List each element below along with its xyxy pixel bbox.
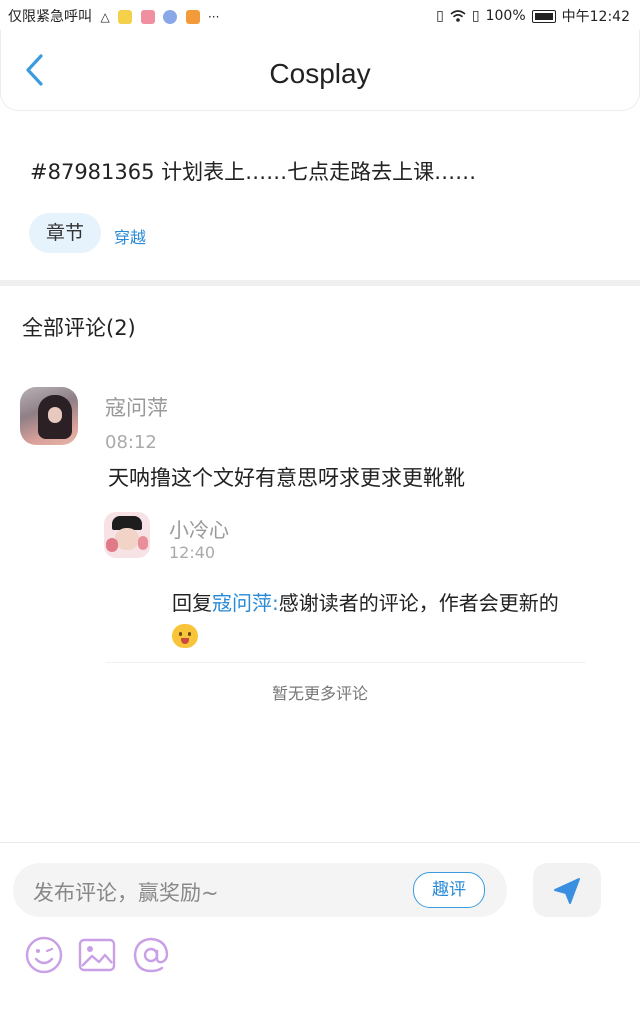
qupin-button[interactable]: 趣评 bbox=[413, 872, 485, 908]
app-icon-2 bbox=[140, 10, 155, 24]
reply-author[interactable]: 小冷心 bbox=[169, 514, 229, 543]
reply-body: 感谢读者的评论，作者会更新的 bbox=[278, 591, 559, 615]
comment-composer: 发布评论，赢奖励~ 趣评 bbox=[0, 842, 640, 1025]
mention-icon bbox=[133, 937, 169, 973]
comment-placeholder: 发布评论，赢奖励~ bbox=[33, 881, 219, 905]
clock: 中午12:42 bbox=[561, 9, 630, 25]
wifi-icon bbox=[450, 9, 466, 22]
chapter-chip[interactable]: 章节 bbox=[29, 213, 101, 253]
comment-input[interactable]: 发布评论，赢奖励~ 趣评 bbox=[13, 863, 507, 917]
status-bar: 仅限紧急呼叫 △ ··· ▯ ▯ 100% 中午12:42 bbox=[0, 0, 640, 30]
app-header: Cosplay bbox=[0, 30, 640, 111]
notification-icon: △ bbox=[100, 10, 110, 24]
reply-text: 回复寇问萍:感谢读者的评论，作者会更新的 bbox=[172, 588, 612, 648]
carrier-text: 仅限紧急呼叫 bbox=[8, 9, 92, 25]
mention-button[interactable] bbox=[131, 935, 171, 975]
more-icon: ··· bbox=[207, 10, 220, 24]
reply-time: 12:40 bbox=[169, 543, 216, 562]
category-tag-link[interactable]: 穿越 bbox=[114, 224, 146, 248]
image-button[interactable] bbox=[77, 935, 117, 975]
divider bbox=[106, 662, 586, 663]
app-icon-3 bbox=[163, 10, 178, 24]
app-icon-4 bbox=[185, 10, 200, 24]
image-icon bbox=[78, 938, 116, 972]
app-icon-1 bbox=[118, 10, 133, 24]
emoji-button[interactable] bbox=[24, 935, 64, 975]
comment-time: 08:12 bbox=[105, 432, 157, 453]
send-icon bbox=[554, 878, 580, 904]
post-title: #87981365 计划表上……七点走路去上课…… bbox=[30, 160, 477, 184]
reply-avatar[interactable] bbox=[104, 512, 150, 558]
reply-prefix: 回复 bbox=[172, 591, 212, 615]
reply-mention-link[interactable]: 寇问萍: bbox=[212, 591, 279, 615]
comment-author[interactable]: 寇问萍 bbox=[105, 392, 168, 422]
sim-icon: ▯ bbox=[471, 8, 480, 24]
no-more-comments: 暂无更多评论 bbox=[271, 684, 368, 703]
section-divider bbox=[0, 280, 640, 286]
comments-heading: 全部评论(2) bbox=[22, 316, 136, 340]
battery-percent: 100% bbox=[485, 8, 526, 24]
emoji-icon bbox=[25, 936, 63, 974]
smile-emoji-icon bbox=[172, 623, 198, 648]
send-button[interactable] bbox=[533, 863, 601, 917]
comment-text: 天呐撸这个文好有意思呀求更求更靴靴 bbox=[108, 466, 465, 490]
page-title: Cosplay bbox=[269, 58, 371, 89]
vibrate-icon: ▯ bbox=[436, 8, 444, 24]
avatar[interactable] bbox=[20, 387, 78, 445]
battery-icon bbox=[531, 9, 556, 23]
